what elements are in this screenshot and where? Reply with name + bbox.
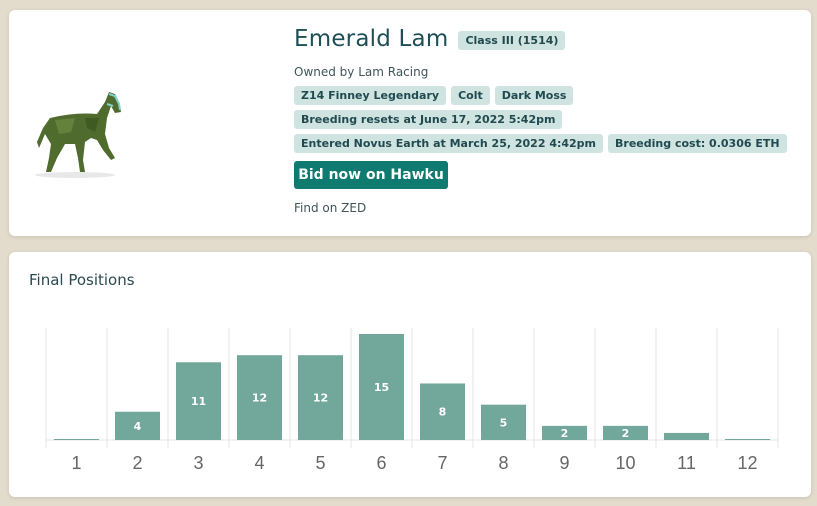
horse-icon [35,92,121,178]
class-badge: Class III (1514) [458,31,566,50]
bar-label: 15 [374,381,389,394]
coat-badge: Dark Moss [494,86,574,105]
x-tick-label: 8 [498,453,508,473]
breeding-row: Breeding resets at June 17, 2022 5:42pm [294,110,563,129]
bar-label: 8 [439,406,447,419]
x-tick-label: 11 [677,453,696,473]
entry-row: Entered Novus Earth at March 25, 2022 4:… [294,134,787,153]
title-row: Emerald Lam Class III (1514) [294,26,566,52]
x-tick-label: 4 [254,453,264,473]
bid-button[interactable]: Bid now on Hawku [294,161,448,189]
owner-text: Owned by Lam Racing [294,65,429,79]
x-tick-label: 12 [737,453,757,473]
bar-label: 12 [252,392,267,405]
bloodline-badge: Z14 Finney Legendary [294,86,447,105]
x-tick-label: 3 [193,453,203,473]
breeding-cost-badge: Breeding cost: 0.0306 ETH [608,134,787,153]
final-positions-chart: 1 4 2 11 3 12 4 12 5 15 6 8 7 5 8 2 9 2 10 11 12 [45,328,779,473]
x-tick-label: 1 [71,453,81,473]
x-tick-label: 7 [437,453,447,473]
gender-badge: Colt [451,86,490,105]
horse-name: Emerald Lam [294,26,449,52]
tag-row: Z14 Finney Legendary Colt Dark Moss [294,86,574,105]
x-tick-label: 6 [376,453,386,473]
find-on-zed-link[interactable]: Find on ZED [294,201,366,215]
bar-label: 4 [134,420,142,433]
bar-label: 2 [561,427,569,440]
final-positions-card: Final Positions 1 4 2 11 3 12 4 12 5 15 6 8 7 5 8 2 9 2 10… [9,252,811,497]
bar [664,432,709,440]
bar-label: 2 [622,427,630,440]
bar-label: 11 [191,395,206,408]
bar [725,439,770,440]
bar-label: 5 [500,416,508,429]
entered-badge: Entered Novus Earth at March 25, 2022 4:… [294,134,604,153]
bar-label: 12 [313,392,328,405]
bar [54,439,99,440]
x-tick-label: 9 [559,453,569,473]
breeding-reset-badge: Breeding resets at June 17, 2022 5:42pm [294,110,563,129]
x-tick-label: 10 [615,453,635,473]
x-tick-label: 5 [315,453,325,473]
horse-profile-card: Emerald Lam Class III (1514) Owned by La… [9,10,811,236]
x-tick-label: 2 [132,453,142,473]
